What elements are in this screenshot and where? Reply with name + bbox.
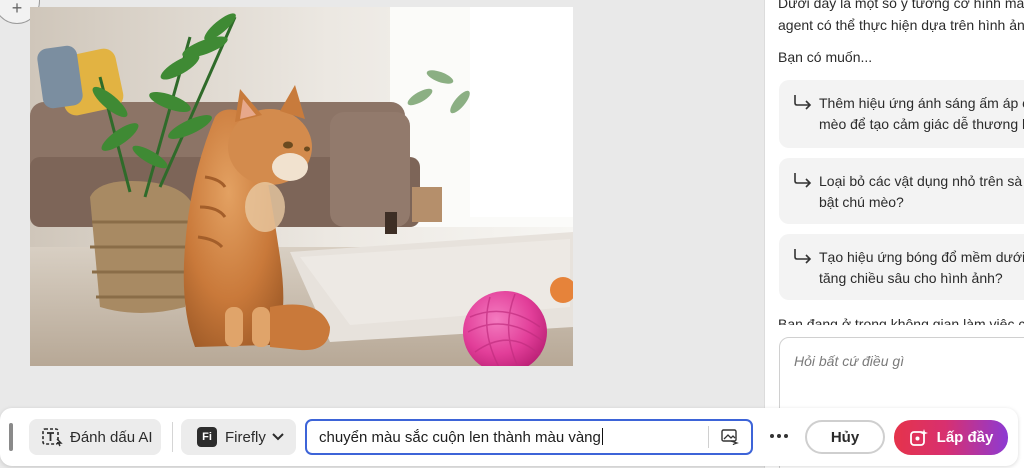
chat-placeholder: Hỏi bất cứ điều gì bbox=[794, 353, 905, 369]
prompt-input[interactable]: chuyển màu sắc cuộn len thành màu vàng bbox=[305, 419, 753, 455]
suggestion-line: Loại bỏ các vật dụng nhỏ trên sà bbox=[819, 173, 1023, 189]
text-caret bbox=[601, 428, 603, 445]
intro-line-2: agent có thể thực hiện dựa trên hình ản bbox=[778, 17, 1024, 33]
prompt-text: chuyển màu sắc cuộn len thành màu vàng bbox=[319, 428, 708, 446]
model-selector[interactable]: Fi Firefly bbox=[181, 419, 296, 455]
cat-photo-illustration bbox=[30, 7, 573, 366]
ai-mark-button[interactable]: Đánh dấu AI bbox=[29, 419, 161, 455]
generative-fill-toolbar: Đánh dấu AI Fi Firefly chuyển màu sắc cu… bbox=[0, 408, 1018, 466]
assistant-panel: Dưới đây là một số ý tưởng cơ hình mà ag… bbox=[764, 0, 1024, 468]
fill-label: Lấp đầy bbox=[936, 429, 994, 446]
suggestion-line: mèo để tạo cảm giác dễ thương h bbox=[819, 116, 1024, 132]
ai-text-mark-icon bbox=[42, 428, 63, 447]
plus-icon: + bbox=[11, 0, 23, 18]
reply-arrow-icon bbox=[794, 95, 812, 110]
suggestion-item[interactable]: Tạo hiệu ứng bóng đổ mềm dưới tăng chiều… bbox=[779, 234, 1024, 300]
suggestion-item[interactable]: Thêm hiệu ứng ánh sáng ấm áp c mèo để tạ… bbox=[779, 80, 1024, 148]
workspace-note: Bạn đang ở trong không gian làm việc c bbox=[778, 316, 1024, 325]
suggestion-item[interactable]: Loại bỏ các vật dụng nhỏ trên sà bật chú… bbox=[779, 158, 1024, 224]
suggestion-line: Tạo hiệu ứng bóng đổ mềm dưới bbox=[819, 249, 1024, 265]
assistant-intro: Dưới đây là một số ý tưởng cơ hình mà ag… bbox=[778, 0, 1024, 36]
prompt-divider bbox=[708, 426, 709, 448]
suggestion-line: tăng chiều sâu cho hình ảnh? bbox=[819, 270, 1003, 286]
drag-handle[interactable] bbox=[9, 423, 13, 451]
suggestion-line: bật chú mèo? bbox=[819, 194, 904, 210]
reply-arrow-icon bbox=[794, 173, 812, 188]
suggestion-line: Thêm hiệu ứng ánh sáng ấm áp c bbox=[819, 95, 1024, 111]
firefly-logo-icon: Fi bbox=[197, 427, 217, 447]
cancel-button[interactable]: Hủy bbox=[805, 420, 885, 454]
edited-image[interactable] bbox=[30, 7, 573, 366]
intro-line-1: Dưới đây là một số ý tưởng cơ hình mà bbox=[778, 0, 1024, 11]
assistant-question: Bạn có muốn... bbox=[778, 49, 873, 65]
canvas-area: + bbox=[0, 0, 764, 468]
toolbar-divider bbox=[172, 422, 173, 452]
reference-image-icon[interactable] bbox=[721, 429, 739, 445]
reply-arrow-icon bbox=[794, 249, 812, 264]
more-options-icon[interactable] bbox=[768, 425, 790, 447]
prompt-value: chuyển màu sắc cuộn len thành màu vàng bbox=[319, 429, 601, 446]
chevron-down-icon bbox=[272, 433, 284, 441]
generative-fill-button[interactable]: Lấp đầy bbox=[894, 420, 1008, 455]
model-label: Firefly bbox=[225, 428, 266, 446]
generative-fill-icon bbox=[909, 428, 928, 446]
ai-mark-label: Đánh dấu AI bbox=[70, 428, 153, 446]
